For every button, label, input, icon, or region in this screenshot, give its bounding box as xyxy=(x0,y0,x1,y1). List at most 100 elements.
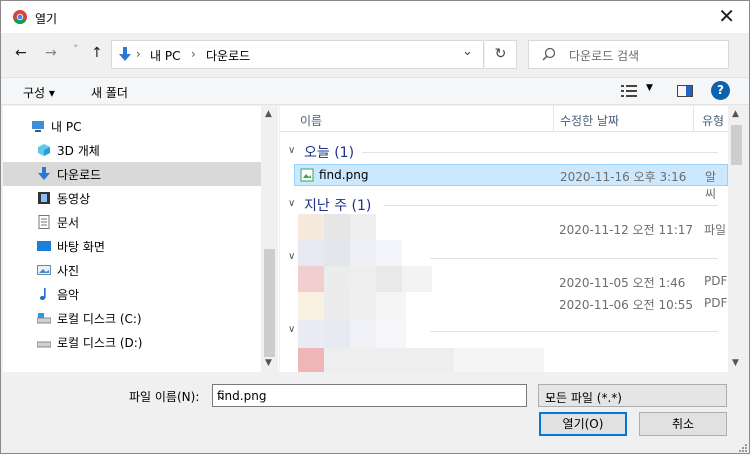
blurred-content xyxy=(298,240,324,266)
sidebar-item-3d-objects[interactable]: 3D 개체 xyxy=(3,138,261,162)
view-dropdown[interactable]: ▼ xyxy=(646,83,653,93)
recent-locations-button[interactable]: ˅ xyxy=(73,43,79,56)
file-date: 2020-11-12 오전 11:17 xyxy=(559,223,694,237)
blurred-content xyxy=(298,348,324,372)
column-divider[interactable] xyxy=(693,106,694,132)
search-box[interactable]: 다운로드 검색 xyxy=(528,40,729,69)
help-icon[interactable]: ? xyxy=(711,81,730,100)
filetype-select[interactable]: 모든 파일 (*.*) ⌄ xyxy=(538,384,727,407)
preview-pane-icon[interactable] xyxy=(677,85,693,97)
file-date: 2020-11-16 오후 3:16 xyxy=(560,170,687,184)
sidebar-item-label: 다운로드 xyxy=(57,168,102,182)
download-icon xyxy=(38,167,50,180)
chevron-down-icon[interactable]: ∨ xyxy=(288,145,295,156)
document-icon xyxy=(38,215,50,229)
chevron-right-icon: › xyxy=(191,47,196,61)
group-last-week[interactable]: 지난 주 (1) xyxy=(304,195,371,215)
sidebar-item-drive-c[interactable]: 로컬 디스크 (C:) xyxy=(3,306,261,330)
blurred-content xyxy=(454,348,544,372)
sidebar-item-pictures[interactable]: 사진 xyxy=(3,258,261,282)
close-icon[interactable]: ✕ xyxy=(718,6,735,26)
sidebar-item-label: 로컬 디스크 (D:) xyxy=(57,336,143,350)
open-dialog: 열기 ✕ ← → ˅ ↑ › 내 PC › 다운로드 ⌄ ↻ 다운로드 검색 구… xyxy=(0,0,750,454)
column-divider[interactable] xyxy=(553,106,554,132)
column-name[interactable]: 이름 xyxy=(300,112,322,129)
chevron-down-icon[interactable]: ∨ xyxy=(288,251,295,262)
sidebar-item-videos[interactable]: 동영상 xyxy=(3,186,261,210)
scroll-up-icon[interactable]: ▲ xyxy=(265,109,272,119)
title-bar: 열기 ✕ xyxy=(1,1,749,33)
file-row[interactable]: 2020-11-06 오전 10:55 PDF xyxy=(294,293,728,315)
nav-scroll-thumb[interactable] xyxy=(264,249,275,357)
group-divider xyxy=(384,205,718,206)
file-date: 2020-11-05 오전 1:46 xyxy=(559,276,686,290)
file-row[interactable]: 2020-11-12 오전 11:17 파일 xyxy=(294,218,728,240)
sidebar-item-downloads[interactable]: 다운로드 xyxy=(3,162,261,186)
open-button[interactable]: 열기(O) xyxy=(539,412,627,436)
breadcrumb-downloads[interactable]: 다운로드 xyxy=(206,47,250,64)
group-today[interactable]: 오늘 (1) xyxy=(304,142,354,162)
up-button[interactable]: ↑ xyxy=(91,45,103,61)
download-icon xyxy=(119,47,131,61)
search-icon xyxy=(542,47,556,61)
view-details-icon[interactable] xyxy=(621,84,637,98)
new-folder-button[interactable]: 새 폴더 xyxy=(91,84,128,101)
file-list: 이름 수정한 날짜 ˄ 유형 ∨ 오늘 (1) find.png 2020-11… xyxy=(280,106,728,372)
drive-icon xyxy=(37,341,51,348)
search-placeholder: 다운로드 검색 xyxy=(569,49,640,63)
blurred-content xyxy=(376,240,402,266)
file-row[interactable]: 2020-11-05 오전 1:46 PDF xyxy=(294,271,728,293)
breadcrumb-this-pc[interactable]: 내 PC xyxy=(150,47,180,64)
resize-grip-icon[interactable] xyxy=(737,442,747,452)
chevron-down-icon[interactable]: ⌄ xyxy=(462,44,473,59)
back-button[interactable]: ← xyxy=(15,45,27,61)
pc-icon xyxy=(32,121,44,132)
forward-button[interactable]: → xyxy=(45,45,57,61)
column-header: 이름 수정한 날짜 ˄ 유형 xyxy=(280,106,728,132)
sidebar-item-desktop[interactable]: 바탕 화면 xyxy=(3,234,261,258)
chevron-down-icon[interactable]: ⌄ xyxy=(217,389,226,402)
scroll-down-icon[interactable]: ▼ xyxy=(265,358,272,368)
sidebar-item-documents[interactable]: 문서 xyxy=(3,210,261,234)
sidebar-item-this-pc[interactable]: 내 PC xyxy=(3,114,261,138)
organize-button[interactable]: 구성 ▾ xyxy=(23,84,55,101)
file-date: 2020-11-06 오전 10:55 xyxy=(559,298,694,312)
refresh-button[interactable]: ↻ xyxy=(485,40,517,69)
group-divider xyxy=(362,152,718,153)
image-file-icon xyxy=(300,168,314,182)
column-date[interactable]: 수정한 날짜 xyxy=(560,112,619,129)
sidebar-item-drive-d[interactable]: 로컬 디스크 (D:) xyxy=(3,330,261,354)
filename-input[interactable]: find.png ⌄ xyxy=(212,384,527,407)
sidebar-item-label: 음악 xyxy=(57,288,80,302)
sidebar-item-music[interactable]: 음악 xyxy=(3,282,261,306)
chevron-down-icon[interactable]: ∨ xyxy=(288,324,295,335)
sidebar-item-label: 문서 xyxy=(57,216,80,230)
music-icon xyxy=(39,288,46,300)
navigation-pane: 내 PC 3D 개체 다운로드 동영상 문서 바탕 화면 사진 음악 로컬 디스… xyxy=(3,106,279,372)
cancel-button[interactable]: 취소 xyxy=(639,412,727,436)
filename-label: 파일 이름(N): xyxy=(129,390,200,404)
pictures-icon xyxy=(37,265,51,275)
file-scroll-thumb[interactable] xyxy=(731,125,742,165)
desktop-icon xyxy=(37,241,51,251)
window-title: 열기 xyxy=(35,12,58,26)
sidebar-item-label: 내 PC xyxy=(51,120,82,134)
cube-icon xyxy=(38,144,50,156)
file-row-selected[interactable]: find.png 2020-11-16 오후 3:16 알씨 xyxy=(294,164,728,201)
file-type: 알씨 xyxy=(705,170,717,201)
address-bar[interactable]: › 내 PC › 다운로드 ⌄ xyxy=(111,40,484,69)
file-type: 파일 xyxy=(704,223,727,237)
sort-up-icon: ˄ xyxy=(620,106,625,112)
scroll-up-icon[interactable]: ▲ xyxy=(732,109,739,119)
video-icon xyxy=(38,192,50,204)
file-name: find.png xyxy=(319,168,369,182)
file-type: PDF xyxy=(704,296,728,310)
sidebar-item-label: 3D 개체 xyxy=(57,144,100,158)
group-divider xyxy=(430,331,718,332)
column-type[interactable]: 유형 xyxy=(702,112,724,129)
sidebar-item-label: 동영상 xyxy=(57,192,91,206)
blurred-content xyxy=(324,240,350,266)
chevron-down-icon[interactable]: ∨ xyxy=(288,198,295,209)
chevron-right-icon: › xyxy=(136,47,141,61)
scroll-down-icon[interactable]: ▼ xyxy=(732,358,739,368)
